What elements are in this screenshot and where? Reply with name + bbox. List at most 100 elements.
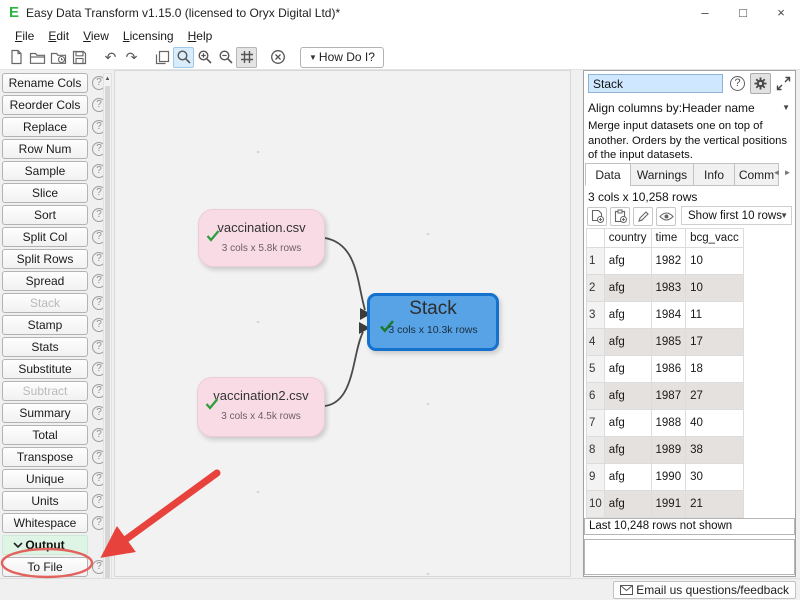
transform-row-num[interactable]: Row Num — [2, 139, 88, 159]
table-row[interactable]: 7afg198840 — [587, 410, 744, 437]
pan-zoom-icon[interactable] — [173, 47, 194, 68]
transform-rename-cols[interactable]: Rename Cols — [2, 73, 88, 93]
table-row[interactable]: 4afg198517 — [587, 329, 744, 356]
email-feedback-label: Email us questions/feedback — [636, 583, 789, 597]
scrollbar-thumb[interactable] — [105, 86, 110, 600]
flow-canvas[interactable]: vaccination.csv 3 cols x 5.8k rows vacci… — [114, 70, 571, 577]
dataset-dimensions: 3 cols x 10,258 rows — [588, 190, 697, 204]
chevron-down-icon — [13, 542, 23, 548]
transform-stack[interactable]: Stack — [2, 293, 88, 313]
edit-pencil-icon[interactable] — [633, 207, 653, 226]
paste-icon[interactable] — [610, 207, 630, 226]
open-recent-icon[interactable] — [48, 47, 69, 68]
transform-spread[interactable]: Spread — [2, 271, 88, 291]
minimize-button[interactable]: – — [686, 0, 724, 26]
zoom-in-icon[interactable] — [194, 47, 215, 68]
transform-subtract[interactable]: Subtract — [2, 381, 88, 401]
table-row[interactable]: 6afg198727 — [587, 383, 744, 410]
tab-scroll-left-icon[interactable]: ◄ — [771, 168, 782, 177]
align-columns-dropdown[interactable]: Header name ▼ — [682, 98, 792, 117]
save-icon[interactable] — [69, 47, 90, 68]
data-toolbar — [587, 206, 679, 226]
node-vaccination2-csv[interactable]: vaccination2.csv 3 cols x 4.5k rows — [197, 377, 325, 437]
table-row[interactable]: 8afg198938 — [587, 437, 744, 464]
menu-view[interactable]: View — [76, 29, 116, 43]
align-columns-label: Align columns by: — [588, 101, 682, 115]
menu-edit[interactable]: Edit — [41, 29, 76, 43]
tab-scroll-arrows: ◄ ► — [771, 168, 793, 177]
table-row[interactable]: 1afg198210 — [587, 248, 744, 275]
menu-bar: FileEditViewLicensingHelp — [0, 26, 800, 45]
window-title: Easy Data Transform v1.15.0 (licensed to… — [26, 6, 340, 20]
transform-transpose[interactable]: Transpose — [2, 447, 88, 467]
column-header-time[interactable]: time — [651, 229, 686, 248]
undo-icon[interactable]: ↶ — [100, 47, 121, 68]
node-subtitle: 3 cols x 4.5k rows — [198, 411, 324, 422]
tab-info[interactable]: Info — [693, 163, 735, 186]
rows-not-shown-note: Last 10,248 rows not shown — [584, 518, 795, 535]
zoom-out-icon[interactable] — [215, 47, 236, 68]
chevron-down-icon: ▼ — [780, 211, 788, 220]
scroll-up-icon[interactable]: ▲ — [104, 76, 111, 82]
menu-file[interactable]: File — [8, 29, 41, 43]
eye-icon[interactable] — [656, 207, 676, 226]
grid-snap-icon[interactable] — [236, 47, 257, 68]
sidebar-section-output[interactable]: Output — [2, 535, 88, 555]
maximize-button[interactable]: □ — [724, 0, 762, 26]
transform-reorder-cols[interactable]: Reorder Cols — [2, 95, 88, 115]
envelope-icon — [620, 585, 633, 595]
column-header-country[interactable]: country — [604, 229, 651, 248]
transform-slice[interactable]: Slice — [2, 183, 88, 203]
transform-description: Merge input datasets one on top of anoth… — [588, 119, 793, 163]
table-row[interactable]: 2afg198310 — [587, 275, 744, 302]
transform-units[interactable]: Units — [2, 491, 88, 511]
transform-to-file[interactable]: To File — [2, 557, 88, 577]
app-logo-icon: E — [9, 5, 19, 21]
transform-stamp[interactable]: Stamp — [2, 315, 88, 335]
show-rows-dropdown[interactable]: Show first 10 rows ▼ — [681, 206, 792, 225]
redo-icon[interactable]: ↷ — [121, 47, 142, 68]
transform-whitespace[interactable]: Whitespace — [2, 513, 88, 533]
chevron-down-icon: ▼ — [782, 103, 790, 112]
gear-icon[interactable] — [750, 73, 771, 94]
expand-icon[interactable] — [773, 73, 794, 94]
tab-data[interactable]: Data — [585, 163, 631, 186]
menu-licensing[interactable]: Licensing — [116, 29, 181, 43]
node-stack-selected[interactable]: Stack 3 cols x 10.3k rows — [367, 293, 499, 351]
transform-summary[interactable]: Summary — [2, 403, 88, 423]
duplicate-icon[interactable] — [152, 47, 173, 68]
transform-split-col[interactable]: Split Col — [2, 227, 88, 247]
node-vaccination-csv[interactable]: vaccination.csv 3 cols x 5.8k rows — [198, 209, 325, 267]
transform-sample[interactable]: Sample — [2, 161, 88, 181]
transform-stats[interactable]: Stats — [2, 337, 88, 357]
table-row[interactable]: 10afg199121 — [587, 491, 744, 518]
transform-total[interactable]: Total — [2, 425, 88, 445]
column-header-bcg-vacc[interactable]: bcg_vacc — [686, 229, 744, 248]
tab-scroll-right-icon[interactable]: ► — [782, 168, 793, 177]
sidebar-scrollbar[interactable]: ▲ ▼ — [103, 73, 112, 600]
transform-sort[interactable]: Sort — [2, 205, 88, 225]
open-file-icon[interactable] — [27, 47, 48, 68]
menu-help[interactable]: Help — [181, 29, 220, 43]
tab-warnings[interactable]: Warnings — [630, 163, 694, 186]
right-panel-tabs: DataWarningsInfoComm — [585, 163, 778, 186]
node-name-input[interactable] — [588, 74, 723, 93]
transform-list: Rename Cols?Reorder Cols?Replace?Row Num… — [0, 73, 113, 577]
new-file-icon[interactable] — [6, 47, 27, 68]
table-row[interactable]: 5afg198618 — [587, 356, 744, 383]
transform-sidebar: Rename Cols?Reorder Cols?Replace?Row Num… — [0, 70, 113, 578]
table-row[interactable]: 9afg199030 — [587, 464, 744, 491]
close-button[interactable]: × — [762, 0, 800, 26]
node-connectors — [115, 71, 572, 578]
cancel-icon[interactable] — [267, 47, 288, 68]
how-do-i-button[interactable]: ▼ How Do I? — [300, 47, 384, 68]
email-feedback-button[interactable]: Email us questions/feedback — [613, 581, 796, 599]
transform-unique[interactable]: Unique — [2, 469, 88, 489]
transform-split-rows[interactable]: Split Rows — [2, 249, 88, 269]
comment-box[interactable] — [584, 539, 795, 575]
help-icon[interactable]: ? — [727, 73, 748, 94]
transform-substitute[interactable]: Substitute — [2, 359, 88, 379]
copy-to-new-icon[interactable] — [587, 207, 607, 226]
transform-replace[interactable]: Replace — [2, 117, 88, 137]
table-row[interactable]: 3afg198411 — [587, 302, 744, 329]
